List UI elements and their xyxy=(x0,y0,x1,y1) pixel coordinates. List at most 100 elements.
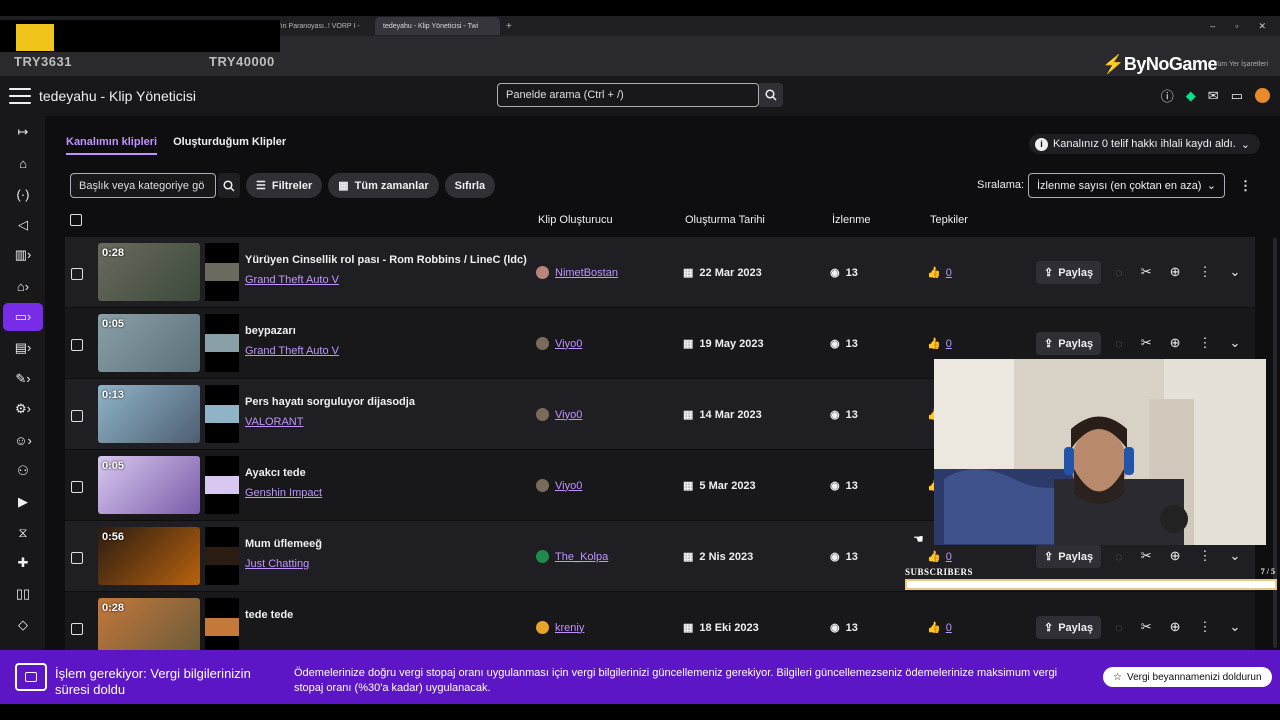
share-button[interactable]: ⇪ Paylaş xyxy=(1036,261,1102,284)
home-icon[interactable]: ⌂ xyxy=(3,149,43,177)
minimize-icon[interactable]: – xyxy=(1210,21,1215,31)
row-checkbox[interactable] xyxy=(71,410,83,422)
more-options-icon[interactable]: ⋮ xyxy=(1199,548,1212,564)
add-user-icon[interactable]: ⚇ xyxy=(3,457,43,485)
megaphone-icon[interactable]: ◁ xyxy=(3,211,43,239)
chevron-down-icon[interactable]: ⌄ xyxy=(1230,548,1241,564)
inbox-icon[interactable]: ✉ xyxy=(1208,88,1219,104)
add-icon[interactable]: ⊕ xyxy=(1170,335,1181,351)
time-range-button[interactable]: ▦ Tüm zamanlar xyxy=(328,173,439,198)
clip-reactions[interactable]: 👍0 xyxy=(927,266,952,280)
tab-my-clips[interactable]: Oluşturduğum Klipler xyxy=(173,136,286,155)
new-tab-icon[interactable]: + xyxy=(506,21,512,32)
clip-creator-link[interactable]: kreniy xyxy=(536,621,584,634)
table-row[interactable]: 0:28 tede tede kreniy ▦ 18 Eki 2023 ◉ 13 👍 0 ⇪ Pay… xyxy=(65,592,1255,650)
close-icon[interactable]: ✕ xyxy=(1258,21,1266,32)
loading-icon[interactable]: ◌ xyxy=(1115,336,1123,351)
add-icon[interactable]: ⊕ xyxy=(1170,619,1181,635)
reset-button[interactable]: Sıfırla xyxy=(444,173,496,198)
clip-creator-link[interactable]: Viyo0 xyxy=(536,408,582,421)
row-checkbox[interactable] xyxy=(71,623,83,635)
row-checkbox[interactable] xyxy=(71,268,83,280)
content-icon[interactable]: ▭› xyxy=(3,303,43,331)
column-header[interactable]: Tepkiler xyxy=(930,214,968,226)
column-header[interactable]: Oluşturma Tarihi xyxy=(685,214,765,226)
all-bookmarks-label[interactable]: Tüm Yer İşaretleri xyxy=(1213,61,1268,68)
clip-reactions[interactable]: 👍0 xyxy=(927,550,952,564)
clip-category-link[interactable]: Just Chatting xyxy=(245,558,309,570)
help-icon[interactable]: ⓘ xyxy=(1161,86,1174,105)
scissors-icon[interactable]: ✂ xyxy=(1141,548,1152,564)
share-button[interactable]: ⇪ Paylaş xyxy=(1036,332,1102,355)
chevron-down-icon[interactable]: ⌄ xyxy=(1230,619,1241,635)
loading-icon[interactable]: ◌ xyxy=(1115,549,1123,564)
clip-creator-link[interactable]: The_Kolpa xyxy=(536,550,608,563)
gear-icon[interactable]: ⚙› xyxy=(3,395,43,423)
monetization-icon[interactable]: ▤› xyxy=(3,334,43,362)
video-icon[interactable]: ▶ xyxy=(3,488,43,516)
browser-tab-active[interactable]: tedeyahu - Klip Yöneticisi - Twi xyxy=(375,17,500,35)
avatar[interactable] xyxy=(1255,88,1270,103)
column-header[interactable]: İzlenme xyxy=(832,214,871,226)
clip-search-input[interactable] xyxy=(70,173,216,198)
clip-thumbnail[interactable]: 0:05 xyxy=(98,314,200,372)
clip-thumbnail[interactable]: 0:13 xyxy=(98,385,200,443)
shield-icon[interactable]: ◇ xyxy=(3,611,43,639)
chevron-down-icon[interactable]: ⌄ xyxy=(1230,264,1241,280)
dashboard-search-input[interactable] xyxy=(497,83,759,107)
clip-category-link[interactable]: Grand Theft Auto V xyxy=(245,345,339,357)
clip-reactions[interactable]: 👍0 xyxy=(927,337,952,351)
tab-channel-clips[interactable]: Kanalımın klipleri xyxy=(66,136,158,155)
clip-reactions[interactable]: 👍0 xyxy=(927,621,952,635)
maximize-icon[interactable]: ▫ xyxy=(1235,21,1238,31)
extensions-icon[interactable]: ✚ xyxy=(3,549,43,577)
stream-icon[interactable]: (·) xyxy=(3,180,43,208)
scissors-icon[interactable]: ✂ xyxy=(1141,264,1152,280)
share-button[interactable]: ⇪ Paylaş xyxy=(1036,616,1102,639)
clip-creator-link[interactable]: NimetBostan xyxy=(536,266,618,279)
scissors-icon[interactable]: ✂ xyxy=(1141,335,1152,351)
row-checkbox[interactable] xyxy=(71,339,83,351)
add-icon[interactable]: ⊕ xyxy=(1170,264,1181,280)
clip-category-link[interactable]: Grand Theft Auto V xyxy=(245,274,339,286)
hourglass-icon[interactable]: ⧖ xyxy=(3,519,43,547)
clip-category-link[interactable]: VALORANT xyxy=(245,416,303,428)
more-options-icon[interactable]: ⋮ xyxy=(1239,178,1252,194)
loading-icon[interactable]: ◌ xyxy=(1115,265,1123,280)
collapse-icon[interactable]: ↦ xyxy=(3,118,43,146)
clip-thumbnail[interactable]: 0:28 xyxy=(98,243,200,301)
chevron-down-icon[interactable]: ⌄ xyxy=(1230,335,1241,351)
loading-icon[interactable]: ◌ xyxy=(1115,620,1123,635)
analytics-icon[interactable]: ▥› xyxy=(3,241,43,269)
scissors-icon[interactable]: ✂ xyxy=(1141,619,1152,635)
brush-icon[interactable]: ✎› xyxy=(3,365,43,393)
whispers-icon[interactable]: ▭ xyxy=(1231,88,1243,104)
filters-button[interactable]: ☰ Filtreler xyxy=(246,173,323,198)
row-checkbox[interactable] xyxy=(71,481,83,493)
clip-creator-link[interactable]: Viyo0 xyxy=(536,337,582,350)
copyright-notice[interactable]: i Kanalınız 0 telif hakkı ihlali kaydı a… xyxy=(1028,134,1260,154)
more-options-icon[interactable]: ⋮ xyxy=(1199,619,1212,635)
bits-icon[interactable]: ◆ xyxy=(1186,88,1196,104)
search-icon[interactable] xyxy=(218,173,240,198)
clip-category-link[interactable]: Genshin Impact xyxy=(245,487,322,499)
clip-thumbnail[interactable]: 0:05 xyxy=(98,456,200,514)
clip-thumbnail[interactable]: 0:28 xyxy=(98,598,200,650)
clip-creator-link[interactable]: Viyo0 xyxy=(536,479,582,492)
community-icon[interactable]: ⌂› xyxy=(3,272,43,300)
menu-icon[interactable] xyxy=(9,88,31,104)
add-icon[interactable]: ⊕ xyxy=(1170,548,1181,564)
select-all-checkbox[interactable] xyxy=(70,214,82,226)
book-icon[interactable]: ▯▯ xyxy=(3,580,43,608)
search-icon[interactable] xyxy=(759,83,783,107)
sort-select[interactable]: İzlenme sayısı (en çoktan en aza) ⌄ xyxy=(1028,173,1225,198)
emote-icon[interactable]: ☺› xyxy=(3,426,43,454)
row-checkbox[interactable] xyxy=(71,552,83,564)
more-options-icon[interactable]: ⋮ xyxy=(1199,335,1212,351)
tax-form-button[interactable]: ☆ Vergi beyannamenizi doldurun xyxy=(1103,667,1272,687)
share-button[interactable]: ⇪ Paylaş xyxy=(1036,545,1102,568)
clip-thumbnail[interactable]: 0:56 xyxy=(98,527,200,585)
table-row[interactable]: 0:28 Yürüyen Cinsellik rol pası - Rom Rob… xyxy=(65,237,1255,307)
column-header[interactable]: Klip Oluşturucu xyxy=(538,214,613,226)
more-options-icon[interactable]: ⋮ xyxy=(1199,264,1212,280)
